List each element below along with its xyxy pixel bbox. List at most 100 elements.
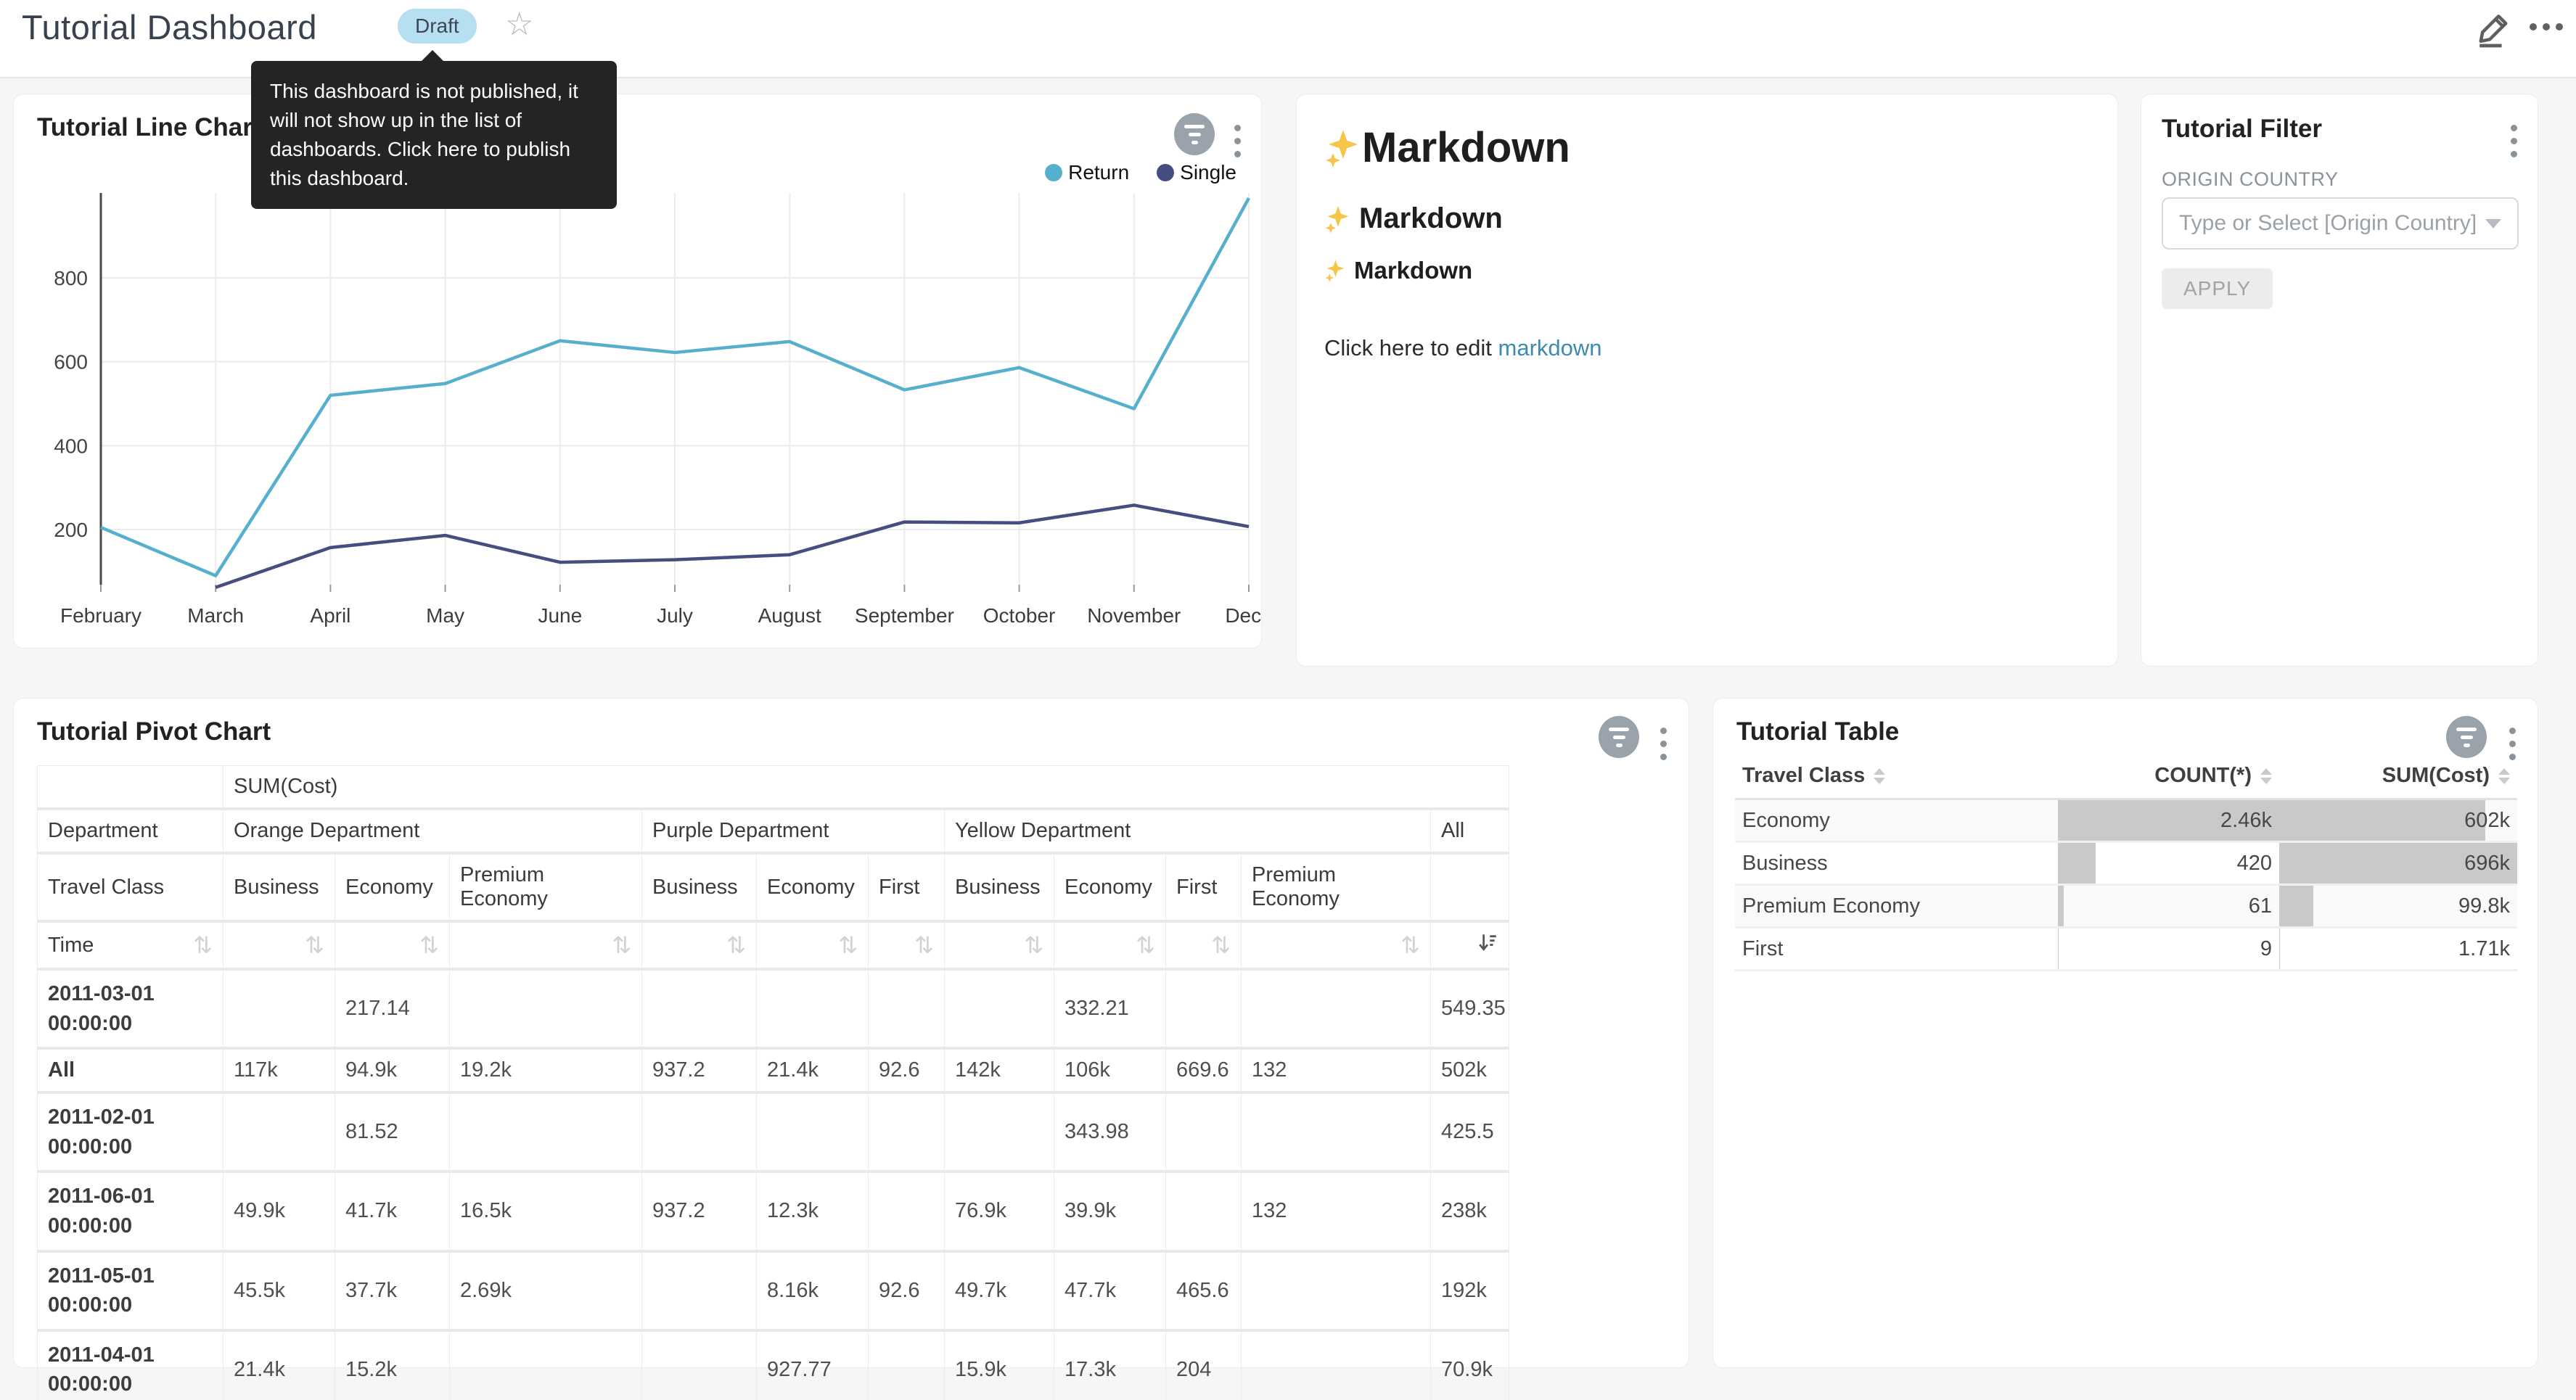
sparkles-emoji bbox=[1324, 204, 1352, 234]
pivot-kebab-menu-icon[interactable] bbox=[1656, 723, 1671, 765]
sort-toggle-icon[interactable]: ⇅ bbox=[1136, 931, 1155, 959]
chart-title: Tutorial Line Chart bbox=[37, 113, 261, 142]
pivot-table-wrap: SUM(Cost)DepartmentOrange DepartmentPurp… bbox=[37, 765, 1509, 1400]
publish-tooltip[interactable]: This dashboard is not published, it will… bbox=[251, 61, 617, 209]
pivot-value-cell: 12.3k bbox=[757, 1172, 869, 1251]
applied-filters-icon[interactable] bbox=[1174, 113, 1215, 155]
x-axis-tick: May bbox=[426, 604, 464, 627]
select-placeholder: Type or Select [Origin Country] bbox=[2179, 211, 2477, 236]
series-line-single[interactable] bbox=[216, 505, 1249, 587]
pivot-value-cell: 17.3k bbox=[1054, 1330, 1166, 1400]
pivot-value-cell bbox=[945, 969, 1054, 1048]
pivot-column-header: Economy bbox=[335, 853, 450, 921]
sort-toggle-icon[interactable]: ⇅ bbox=[726, 931, 746, 959]
value-bar bbox=[2058, 843, 2096, 884]
sort-toggle-icon[interactable]: ⇅ bbox=[305, 931, 324, 959]
caret-down-icon bbox=[2498, 778, 2510, 784]
chart-kebab-menu-icon[interactable] bbox=[1230, 120, 1245, 162]
column-header-count-[interactable]: COUNT(*) bbox=[2058, 754, 2279, 799]
legend-label: Return bbox=[1068, 161, 1129, 184]
origin-country-select[interactable]: Type or Select [Origin Country] bbox=[2162, 197, 2519, 250]
x-axis-tick: November bbox=[1087, 604, 1181, 627]
sort-toggle-icon[interactable]: ⇅ bbox=[1400, 931, 1420, 959]
pivot-sort-cell: ⇅ bbox=[335, 921, 450, 969]
line-chart-card: Tutorial Line Chart ReturnSingle 2004006… bbox=[13, 94, 1262, 648]
pivot-value-cell bbox=[1242, 969, 1431, 1048]
applied-filters-icon[interactable] bbox=[1599, 716, 1639, 758]
pivot-column-header: First bbox=[1166, 853, 1242, 921]
x-axis-tick: October bbox=[983, 604, 1056, 627]
pivot-sort-cell: ⇅ bbox=[945, 921, 1054, 969]
pivot-metric-header: SUM(Cost) bbox=[223, 766, 1509, 810]
draft-badge[interactable]: Draft bbox=[398, 9, 477, 44]
pivot-value-cell: 39.9k bbox=[1054, 1172, 1166, 1251]
pivot-value-cell: 549.35 bbox=[1431, 969, 1509, 1048]
travel-class-cell: Business bbox=[1735, 842, 2058, 885]
sort-toggle-icon[interactable]: ⇅ bbox=[1024, 931, 1043, 959]
column-header-travel-class[interactable]: Travel Class bbox=[1735, 754, 2058, 799]
pivot-value-cell: 425.5 bbox=[1431, 1092, 1509, 1172]
pivot-group-header: All bbox=[1431, 809, 1509, 853]
sort-toggle-icon[interactable]: ⇅ bbox=[193, 931, 213, 959]
sort-carets-icon bbox=[2260, 768, 2272, 784]
markdown-paragraph: Click here to edit markdown bbox=[1324, 335, 2090, 361]
column-header-label: SUM(Cost) bbox=[2382, 764, 2490, 787]
value-bar bbox=[2279, 928, 2280, 969]
pivot-value-cell: 21.4k bbox=[757, 1048, 869, 1092]
value-cell: 2.46k bbox=[2058, 799, 2279, 842]
table-card: Tutorial Table Travel ClassCOUNT(*) SUM(C… bbox=[1712, 698, 2538, 1368]
pivot-department-row: DepartmentOrange DepartmentPurple Depart… bbox=[38, 809, 1509, 853]
pivot-column-header: Premium Economy bbox=[1242, 853, 1431, 921]
value-bar bbox=[2279, 800, 2485, 841]
caret-up-icon bbox=[2260, 768, 2272, 775]
pivot-value-cell: 117k bbox=[223, 1048, 335, 1092]
pivot-table: SUM(Cost)DepartmentOrange DepartmentPurp… bbox=[37, 765, 1509, 1400]
sort-toggle-icon[interactable]: ⇅ bbox=[1211, 931, 1231, 959]
pivot-sort-cell: ⇅ bbox=[1054, 921, 1166, 969]
pivot-chart-card: Tutorial Pivot Chart SUM(Cost)Department… bbox=[13, 698, 1689, 1368]
legend-item-single[interactable]: Single bbox=[1157, 161, 1236, 184]
pivot-group-header: Purple Department bbox=[642, 809, 945, 853]
table-title: Tutorial Table bbox=[1736, 717, 1899, 746]
pivot-value-cell: 204 bbox=[1166, 1330, 1242, 1400]
pivot-value-cell: 343.98 bbox=[1054, 1092, 1166, 1172]
value-cell: 99.8k bbox=[2279, 885, 2517, 928]
origin-country-label: ORIGIN COUNTRY bbox=[2162, 168, 2339, 191]
pivot-value-cell: 238k bbox=[1431, 1172, 1509, 1251]
chevron-down-icon bbox=[2485, 219, 2501, 228]
sort-toggle-icon[interactable]: ⇅ bbox=[612, 931, 631, 959]
pivot-value-cell bbox=[869, 969, 945, 1048]
pivot-value-cell: 142k bbox=[945, 1048, 1054, 1092]
sort-toggle-icon[interactable]: ⇅ bbox=[838, 931, 858, 959]
dashboard-app: Tutorial Dashboard Draft ☆ This dashboar… bbox=[0, 0, 2576, 1400]
pivot-value-cell: 2.69k bbox=[450, 1251, 642, 1330]
sort-toggle-icon[interactable]: ⇅ bbox=[419, 931, 439, 959]
y-axis-tick: 600 bbox=[54, 351, 88, 374]
pivot-value-cell bbox=[869, 1330, 945, 1400]
favorite-star-icon[interactable]: ☆ bbox=[505, 6, 533, 43]
applied-filters-icon[interactable] bbox=[2446, 716, 2487, 758]
pivot-sort-row: Time⇅⇅⇅⇅⇅⇅⇅⇅⇅⇅⇅ bbox=[38, 921, 1509, 969]
pivot-value-cell bbox=[223, 969, 335, 1048]
pivot-value-cell bbox=[450, 1092, 642, 1172]
legend-item-return[interactable]: Return bbox=[1045, 161, 1129, 184]
pivot-value-cell: 81.52 bbox=[335, 1092, 450, 1172]
value-text: 602k bbox=[2464, 809, 2510, 832]
value-bar bbox=[2058, 886, 2064, 926]
more-options-icon[interactable] bbox=[2530, 16, 2563, 38]
pivot-value-cell: 76.9k bbox=[945, 1172, 1054, 1251]
markdown-link[interactable]: markdown bbox=[1498, 335, 1602, 361]
column-header-sum-cost-[interactable]: SUM(Cost) bbox=[2279, 754, 2517, 799]
pivot-value-cell: 8.16k bbox=[757, 1251, 869, 1330]
sort-toggle-icon[interactable]: ⇅ bbox=[914, 931, 934, 959]
travel-class-cell: Economy bbox=[1735, 799, 2058, 842]
apply-button[interactable]: APPLY bbox=[2162, 268, 2273, 309]
filter-kebab-menu-icon[interactable] bbox=[2506, 120, 2522, 162]
pivot-value-cell: 132 bbox=[1242, 1172, 1431, 1251]
filter-title: Tutorial Filter bbox=[2162, 115, 2322, 144]
sort-descending-icon[interactable] bbox=[1477, 935, 1498, 958]
sparkles-emoji bbox=[1324, 127, 1362, 169]
pivot-value-cell: 70.9k bbox=[1431, 1330, 1509, 1400]
edit-dashboard-icon[interactable] bbox=[2474, 9, 2514, 48]
value-text: 1.71k bbox=[2458, 937, 2510, 960]
